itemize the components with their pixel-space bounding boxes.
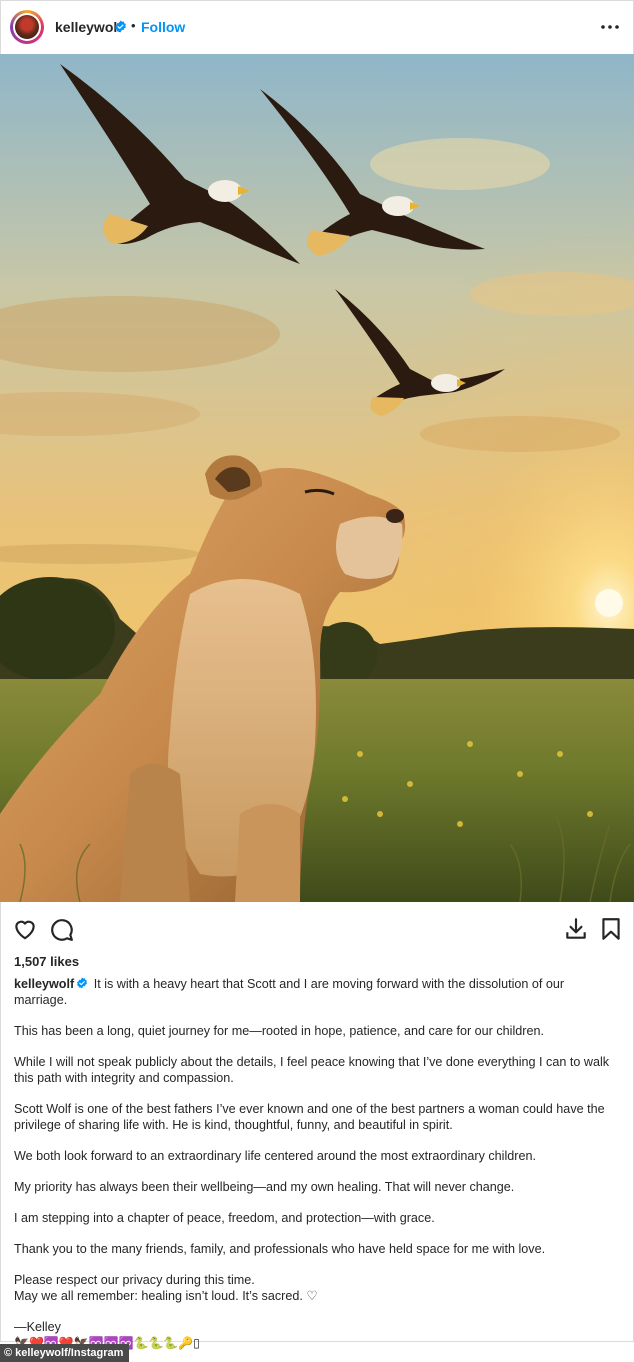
caption-line: While I will not speak publicly about th… <box>14 1055 610 1085</box>
verified-badge-icon <box>77 977 88 989</box>
download-icon[interactable] <box>563 916 589 942</box>
caption-username[interactable]: kelleywolf <box>14 977 74 991</box>
avatar[interactable] <box>10 10 44 44</box>
comment-icon[interactable] <box>48 916 74 942</box>
caption-line: This has been a long, quiet journey for … <box>14 1024 544 1038</box>
post-image[interactable] <box>0 54 634 902</box>
photo-credit: © kelleywolf/Instagram <box>0 1344 130 1362</box>
post-header: kelleywolf • Follow <box>0 0 634 54</box>
more-options-icon[interactable] <box>598 18 622 36</box>
bookmark-icon[interactable] <box>598 916 624 942</box>
post-caption: kelleywolf It is with a heavy heart that… <box>14 976 620 1350</box>
caption-line: Scott Wolf is one of the best fathers I’… <box>14 1102 605 1132</box>
header-separator: • <box>131 18 136 33</box>
avatar-image <box>15 15 39 39</box>
verified-badge-icon <box>115 20 126 33</box>
caption-signature: —Kelley <box>14 1320 61 1334</box>
heart-icon[interactable] <box>12 916 38 942</box>
heart-outline-icon: ♡ <box>306 1289 318 1303</box>
header-username[interactable]: kelleywolf <box>55 19 122 35</box>
caption-closing: Please respect our privacy during this t… <box>14 1273 318 1303</box>
caption-line: My priority has always been their wellbe… <box>14 1180 515 1194</box>
likes-count[interactable]: 1,507 likes <box>14 954 79 969</box>
caption-line: We both look forward to an extraordinary… <box>14 1149 536 1163</box>
follow-button[interactable]: Follow <box>141 19 185 35</box>
post-actions-bar <box>0 910 634 946</box>
caption-line: I am stepping into a chapter of peace, f… <box>14 1211 435 1225</box>
caption-line: Thank you to the many friends, family, a… <box>14 1242 546 1256</box>
lioness-eagles-illustration <box>0 54 634 902</box>
caption-line: kelleywolf It is with a heavy heart that… <box>14 977 565 1007</box>
